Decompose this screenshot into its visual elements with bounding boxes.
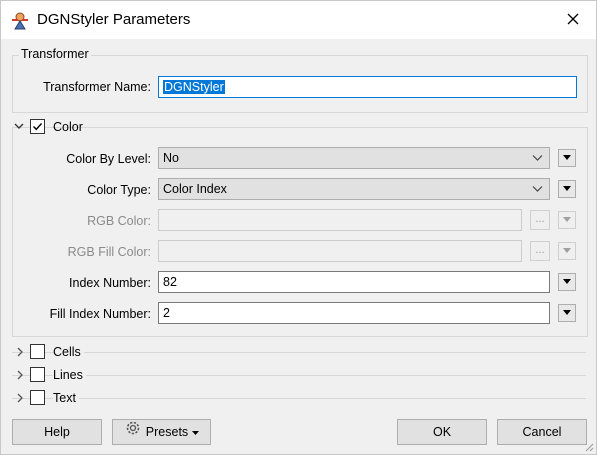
resize-grip[interactable] [582, 440, 594, 452]
lines-checkbox[interactable] [30, 367, 45, 382]
triangle-down-icon [563, 217, 571, 222]
fill-index-number-menu-button[interactable] [558, 304, 576, 322]
help-button[interactable]: Help [12, 419, 102, 445]
close-icon [567, 13, 579, 28]
text-checkbox[interactable] [30, 390, 45, 405]
triangle-down-icon [563, 248, 571, 253]
gear-icon [124, 419, 142, 445]
collapse-color-icon[interactable] [13, 120, 25, 132]
window-title: DGNStyler Parameters [37, 11, 191, 28]
presets-button[interactable]: Presets [112, 419, 211, 445]
title-bar: DGNStyler Parameters [1, 1, 596, 39]
transformer-group-title: Transformer [19, 47, 91, 61]
chevron-down-icon [532, 183, 543, 197]
rgb-color-input [158, 209, 522, 231]
cancel-button-label: Cancel [522, 425, 562, 439]
expand-cells-icon[interactable] [14, 346, 26, 358]
cells-section [12, 352, 586, 353]
color-by-level-value: No [163, 151, 179, 165]
cells-checkbox[interactable] [30, 344, 45, 359]
color-section-label: Color [53, 120, 83, 134]
triangle-down-icon [563, 186, 571, 191]
color-type-select[interactable]: Color Index [158, 178, 550, 200]
lines-section-label: Lines [53, 368, 86, 382]
triangle-down-icon [563, 310, 571, 315]
expand-text-icon[interactable] [14, 392, 26, 404]
rgb-fill-color-label: RGB Fill Color: [67, 245, 151, 259]
index-number-menu-button[interactable] [558, 273, 576, 291]
expand-lines-icon[interactable] [14, 369, 26, 381]
color-by-level-label: Color By Level: [66, 152, 151, 166]
triangle-down-icon [563, 155, 571, 160]
text-section [12, 398, 586, 399]
cells-section-label: Cells [53, 345, 84, 359]
lines-section [12, 375, 586, 376]
fill-index-number-input[interactable]: 2 [158, 302, 550, 324]
index-number-value: 82 [163, 275, 177, 289]
fill-index-number-label: Fill Index Number: [49, 307, 151, 321]
triangle-down-icon [192, 420, 200, 444]
fill-index-number-value: 2 [163, 306, 170, 320]
dialog-window: DGNStyler Parameters Transformer Transfo… [0, 0, 597, 455]
rgb-color-menu-button [558, 211, 576, 229]
transformer-name-label: Transformer Name: [43, 80, 151, 94]
color-type-label: Color Type: [87, 183, 151, 197]
cancel-button[interactable]: Cancel [497, 419, 587, 445]
rgb-fill-color-input [158, 240, 522, 262]
text-section-label: Text [53, 391, 79, 405]
chevron-down-icon [532, 152, 543, 166]
checkmark-icon [33, 123, 43, 131]
transformer-name-input[interactable]: DGNStyler [158, 76, 577, 98]
color-checkbox[interactable] [30, 119, 45, 134]
rgb-color-picker-button: ... [530, 210, 550, 230]
index-number-input[interactable]: 82 [158, 271, 550, 293]
color-type-menu-button[interactable] [558, 180, 576, 198]
color-type-value: Color Index [163, 182, 227, 196]
presets-button-label: Presets [145, 425, 189, 439]
close-button[interactable] [550, 1, 596, 39]
transformer-name-value: DGNStyler [163, 80, 225, 94]
fme-workbench-icon [10, 11, 30, 31]
triangle-down-icon [563, 279, 571, 284]
rgb-color-label: RGB Color: [87, 214, 151, 228]
ok-button-label: OK [432, 425, 452, 439]
rgb-fill-color-picker-button: ... [530, 241, 550, 261]
index-number-label: Index Number: [69, 276, 151, 290]
color-by-level-select[interactable]: No [158, 147, 550, 169]
rgb-fill-color-menu-button [558, 242, 576, 260]
color-by-level-menu-button[interactable] [558, 149, 576, 167]
help-button-label: Help [44, 425, 70, 439]
ok-button[interactable]: OK [397, 419, 487, 445]
